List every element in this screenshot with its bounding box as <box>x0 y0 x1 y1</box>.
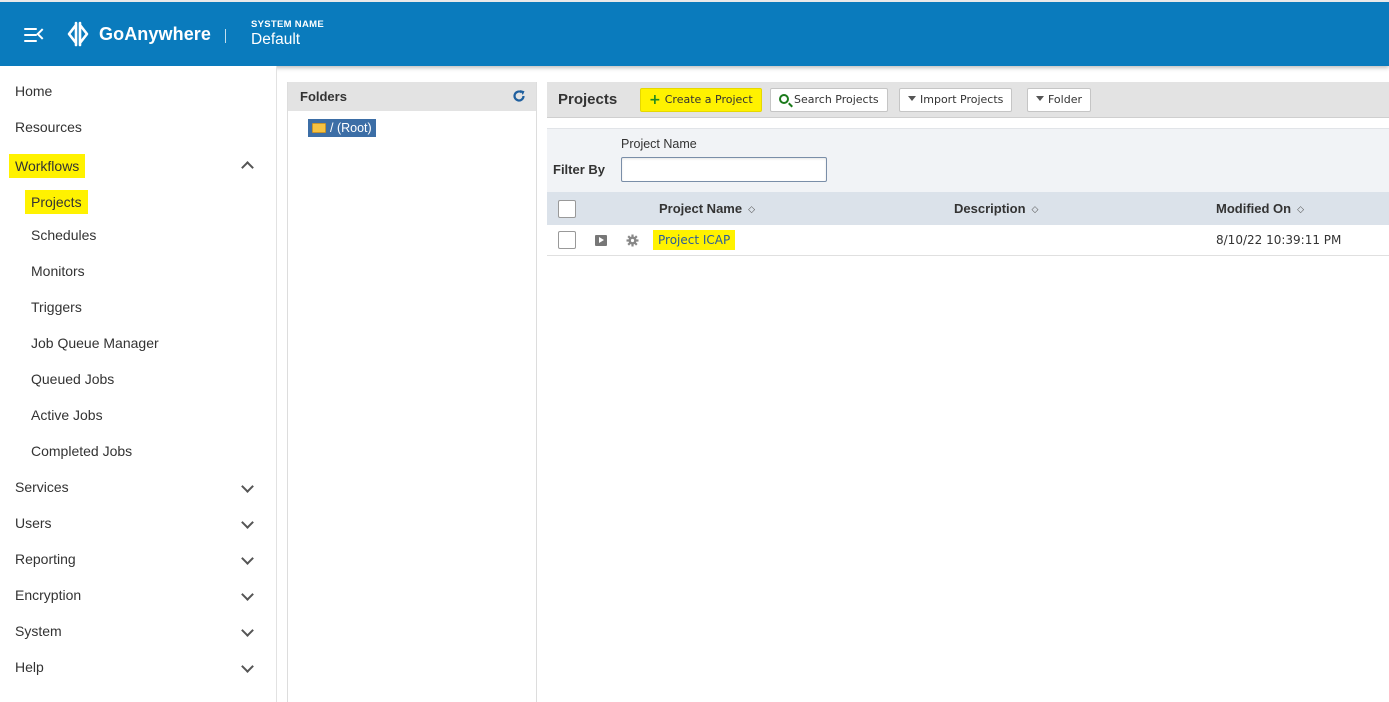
menu-toggle-icon[interactable] <box>24 28 48 42</box>
sidebar-item-label: Triggers <box>31 299 82 315</box>
refresh-icon[interactable] <box>512 89 526 103</box>
sidebar-item-label: Workflows <box>9 154 86 178</box>
sidebar-item-label: Queued Jobs <box>31 371 115 387</box>
sidebar-item-label: Projects <box>25 190 88 214</box>
projects-panel: Projects + Create a Project Search Projec… <box>547 82 1389 702</box>
projects-toolbar: Projects + Create a Project Search Projec… <box>547 82 1389 118</box>
import-projects-label: Import Projects <box>920 93 1004 106</box>
column-header-label: Modified On <box>1216 201 1292 216</box>
chevron-down-icon[interactable] <box>241 480 254 493</box>
sidebar-item-resources[interactable]: Resources <box>0 109 277 145</box>
sidebar-item-completed-jobs[interactable]: Completed Jobs <box>0 433 277 469</box>
sidebar-item-workflows[interactable]: Workflows <box>0 145 277 181</box>
sidebar-item-label: Schedules <box>31 227 97 243</box>
chevron-down-icon[interactable] <box>241 624 254 637</box>
select-all-checkbox[interactable] <box>558 200 576 218</box>
gear-icon[interactable] <box>626 234 639 247</box>
sidebar-item-active-jobs[interactable]: Active Jobs <box>0 397 277 433</box>
sidebar-item-label: Resources <box>15 119 82 135</box>
sidebar-item-services[interactable]: Services <box>0 469 277 505</box>
filter-project-name-input[interactable] <box>621 157 827 182</box>
project-name-link[interactable]: Project ICAP <box>653 230 736 250</box>
import-projects-button[interactable]: Import Projects <box>899 88 1013 112</box>
run-project-icon[interactable] <box>595 235 607 246</box>
chevron-down-icon[interactable] <box>241 516 254 529</box>
sidebar-item-users[interactable]: Users <box>0 505 277 541</box>
folder-menu-button[interactable]: Folder <box>1027 88 1091 112</box>
brand-name: GoAnywhere <box>99 24 212 44</box>
create-project-label: Create a Project <box>664 93 753 106</box>
column-header-label: Project Name <box>659 201 743 216</box>
plus-icon: + <box>649 92 661 108</box>
sidebar-item-queued-jobs[interactable]: Queued Jobs <box>0 361 277 397</box>
filter-area: Filter By Project Name <box>547 128 1389 192</box>
sidebar-nav: Home Resources Workflows Projects Schedu… <box>0 66 277 702</box>
sort-icon: ◇ <box>748 204 756 214</box>
column-header-label: Description <box>954 201 1026 216</box>
filter-project-name-label: Project Name <box>621 137 697 151</box>
create-project-button[interactable]: + Create a Project <box>640 88 762 112</box>
table-row: Project ICAP 8/10/22 10:39:11 PM <box>547 225 1389 256</box>
sidebar-item-triggers[interactable]: Triggers <box>0 289 277 325</box>
header-divider <box>225 29 226 43</box>
folders-header: Folders <box>288 82 536 111</box>
chevron-down-icon[interactable] <box>241 552 254 565</box>
sidebar-item-projects[interactable]: Projects <box>0 181 277 217</box>
sidebar-item-label: Monitors <box>31 263 85 279</box>
folder-menu-label: Folder <box>1048 93 1082 106</box>
sidebar-item-system[interactable]: System <box>0 613 277 649</box>
sidebar-item-help[interactable]: Help <box>0 649 277 685</box>
sort-icon: ◇ <box>1297 204 1305 214</box>
sidebar-item-label: Help <box>15 659 44 675</box>
sidebar-item-label: System <box>15 623 62 639</box>
sidebar-item-label: Services <box>15 479 69 495</box>
sidebar-item-job-queue-manager[interactable]: Job Queue Manager <box>0 325 277 361</box>
chevron-down-icon[interactable] <box>241 588 254 601</box>
folder-root-label: / (Root) <box>330 121 372 135</box>
projects-title: Projects <box>558 91 618 108</box>
system-name-label: SYSTEM NAME <box>251 19 324 30</box>
sidebar-item-label: Reporting <box>15 551 76 567</box>
row-select-checkbox[interactable] <box>558 231 576 249</box>
chevron-up-icon[interactable] <box>241 161 254 174</box>
top-header: GoAnywhere SYSTEM NAME Default <box>0 0 1389 66</box>
search-projects-label: Search Projects <box>794 93 879 106</box>
chevron-down-icon[interactable] <box>241 660 254 673</box>
table-header: Project Name ◇ Description ◇ Modified On ◇ <box>547 192 1389 225</box>
modified-on-cell: 8/10/22 10:39:11 PM <box>1216 233 1342 247</box>
column-header-description[interactable]: Description ◇ <box>954 201 1038 216</box>
sort-icon: ◇ <box>1031 204 1039 214</box>
column-header-project-name[interactable]: Project Name ◇ <box>659 201 755 216</box>
column-header-modified-on[interactable]: Modified On ◇ <box>1216 201 1304 216</box>
sidebar-item-monitors[interactable]: Monitors <box>0 253 277 289</box>
sidebar-item-label: Completed Jobs <box>31 443 133 459</box>
sidebar-item-label: Users <box>15 515 52 531</box>
sidebar-item-label: Active Jobs <box>31 407 103 423</box>
folders-panel: Folders / (Root) <box>287 82 537 702</box>
sidebar-item-label: Job Queue Manager <box>31 335 159 351</box>
sidebar-item-home[interactable]: Home <box>0 73 277 109</box>
folder-tree-root[interactable]: / (Root) <box>308 119 376 137</box>
caret-down-icon <box>1036 96 1044 101</box>
system-name-value: Default <box>251 31 301 48</box>
goanywhere-logo-icon <box>67 21 89 47</box>
sidebar-item-label: Home <box>15 83 53 99</box>
caret-down-icon <box>908 96 916 101</box>
project-name-cell[interactable]: Project ICAP <box>653 230 736 250</box>
folder-open-icon <box>312 123 326 133</box>
folders-title: Folders <box>300 89 347 104</box>
sidebar-item-label: Encryption <box>15 587 82 603</box>
sidebar-item-encryption[interactable]: Encryption <box>0 577 277 613</box>
sidebar-item-reporting[interactable]: Reporting <box>0 541 277 577</box>
search-icon <box>779 94 789 104</box>
search-projects-button[interactable]: Search Projects <box>770 88 888 112</box>
filter-by-label: Filter By <box>553 162 606 177</box>
sidebar-item-schedules[interactable]: Schedules <box>0 217 277 253</box>
